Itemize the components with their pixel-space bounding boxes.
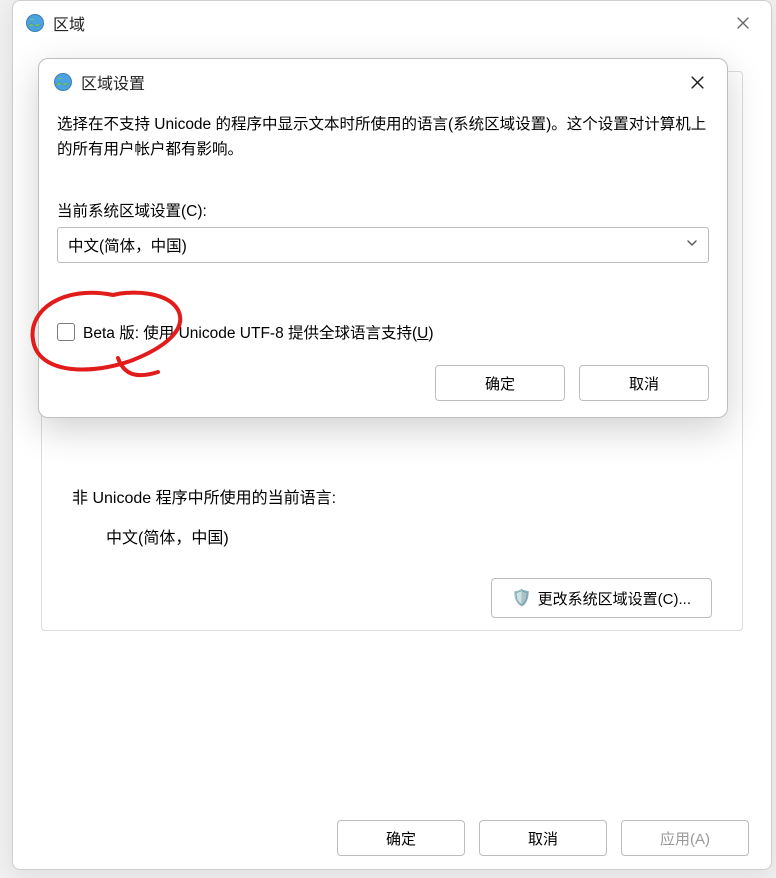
parent-titlebar: 区域	[13, 1, 771, 45]
modal-close-button[interactable]	[677, 67, 717, 97]
chevron-down-icon	[686, 236, 698, 254]
region-settings-dialog: 区域设置 选择在不支持 Unicode 的程序中显示文本时所使用的语言(系统区域…	[38, 58, 728, 418]
modal-cancel-button[interactable]: 取消	[579, 365, 709, 401]
cancel-button[interactable]: 取消	[479, 820, 607, 856]
modal-body: 选择在不支持 Unicode 的程序中显示文本时所使用的语言(系统区域设置)。这…	[39, 105, 727, 355]
parent-footer: 确定 取消 应用(A)	[13, 807, 771, 869]
utf8-checkbox-row: Beta 版: 使用 Unicode UTF-8 提供全球语言支持(U)	[57, 321, 709, 343]
modal-titlebar: 区域设置	[39, 59, 727, 105]
parent-title: 区域	[53, 11, 85, 35]
locale-select-value: 中文(简体，中国)	[68, 234, 187, 256]
current-locale-label: 当前系统区域设置(C):	[57, 199, 709, 221]
utf8-checkbox[interactable]	[57, 323, 75, 341]
modal-title: 区域设置	[81, 70, 145, 94]
modal-description: 选择在不支持 Unicode 的程序中显示文本时所使用的语言(系统区域设置)。这…	[57, 113, 709, 163]
change-locale-button[interactable]: 🛡️ 更改系统区域设置(C)...	[491, 578, 712, 618]
change-locale-label: 更改系统区域设置(C)...	[538, 588, 691, 609]
utf8-checkbox-label[interactable]: Beta 版: 使用 Unicode UTF-8 提供全球语言支持(U)	[83, 321, 434, 343]
non-unicode-label: 非 Unicode 程序中所使用的当前语言:	[72, 484, 712, 508]
globe-icon	[25, 13, 45, 33]
globe-icon	[53, 72, 73, 92]
apply-button: 应用(A)	[621, 820, 749, 856]
shield-icon: 🛡️	[512, 588, 532, 608]
locale-select[interactable]: 中文(简体，中国)	[57, 227, 709, 263]
close-button[interactable]	[721, 7, 765, 39]
modal-footer: 确定 取消	[435, 365, 709, 401]
non-unicode-value: 中文(简体，中国)	[106, 524, 712, 548]
modal-ok-button[interactable]: 确定	[435, 365, 565, 401]
ok-button[interactable]: 确定	[337, 820, 465, 856]
